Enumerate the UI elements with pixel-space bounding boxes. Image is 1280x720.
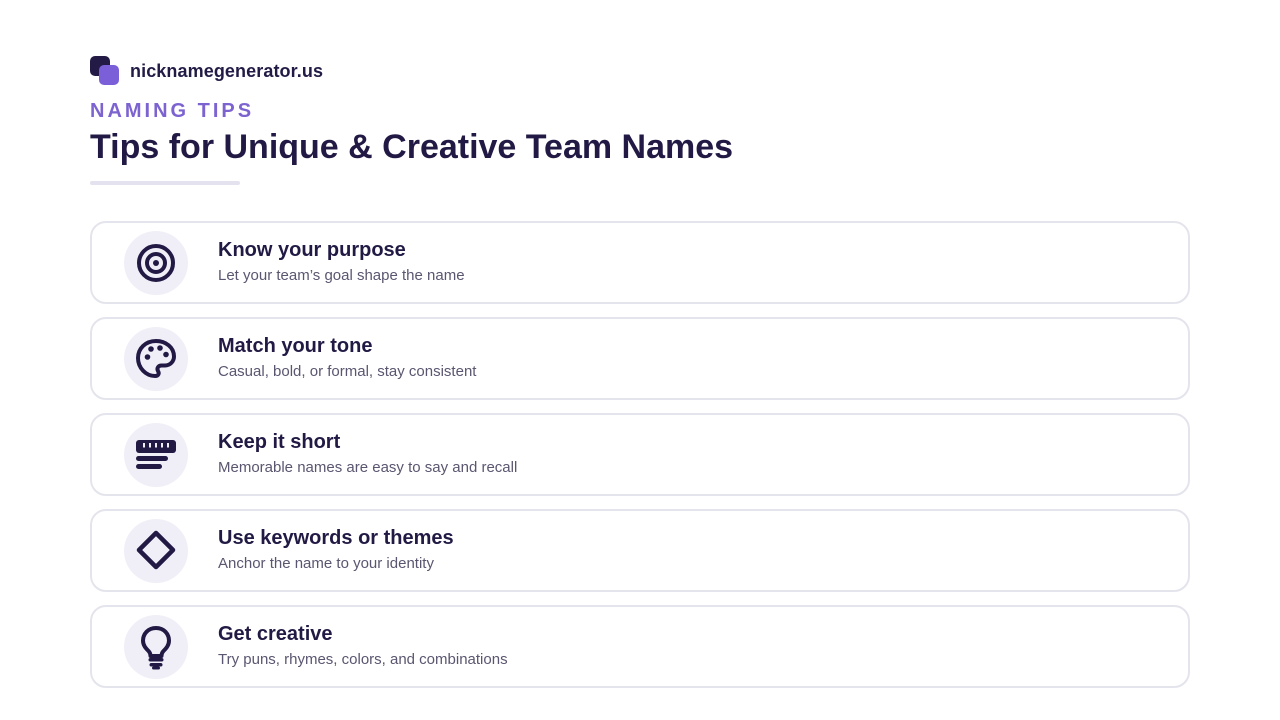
- brand-logo-icon: [90, 56, 120, 86]
- brand[interactable]: nicknamegenerator.us: [90, 55, 323, 87]
- tip-title: Use keywords or themes: [218, 527, 454, 549]
- diamond-icon: [124, 519, 188, 583]
- palette-icon: [124, 327, 188, 391]
- brand-name: nicknamegenerator.us: [130, 60, 324, 81]
- tip-description: Casual, bold, or formal, stay consistent: [218, 363, 477, 380]
- tips-list: Know your purpose Let your team’s goal s…: [90, 221, 1190, 701]
- tip-card-short: Keep it short Memorable names are easy t…: [90, 413, 1190, 496]
- tip-text: Match your tone Casual, bold, or formal,…: [218, 334, 476, 381]
- section-eyebrow: NAMING TIPS: [90, 100, 255, 122]
- tip-card-tone: Match your tone Casual, bold, or formal,…: [90, 317, 1190, 400]
- tip-title: Get creative: [218, 623, 333, 645]
- tip-text: Keep it short Memorable names are easy t…: [218, 430, 517, 477]
- tip-description: Memorable names are easy to say and reca…: [218, 459, 518, 476]
- tip-description: Let your team’s goal shape the name: [218, 267, 465, 284]
- tip-card-keywords: Use keywords or themes Anchor the name t…: [90, 509, 1190, 592]
- tip-card-purpose: Know your purpose Let your team’s goal s…: [90, 221, 1190, 304]
- tip-card-creative: Get creative Try puns, rhymes, colors, a…: [90, 605, 1190, 688]
- logo-front-square: [99, 65, 119, 85]
- tip-text: Use keywords or themes Anchor the name t…: [218, 526, 454, 573]
- tip-title: Match your tone: [218, 335, 373, 357]
- tip-text: Know your purpose Let your team’s goal s…: [218, 238, 465, 285]
- tip-title: Keep it short: [218, 431, 341, 453]
- target-icon: [124, 231, 188, 295]
- tip-description: Try puns, rhymes, colors, and combinatio…: [218, 651, 508, 668]
- page-title: Tips for Unique & Creative Team Names: [90, 128, 734, 166]
- tip-description: Anchor the name to your identity: [218, 555, 434, 572]
- tip-text: Get creative Try puns, rhymes, colors, a…: [218, 622, 508, 669]
- title-divider: [90, 181, 240, 185]
- tip-title: Know your purpose: [218, 239, 406, 261]
- lightbulb-icon: [124, 615, 188, 679]
- ruler-icon: [124, 423, 188, 487]
